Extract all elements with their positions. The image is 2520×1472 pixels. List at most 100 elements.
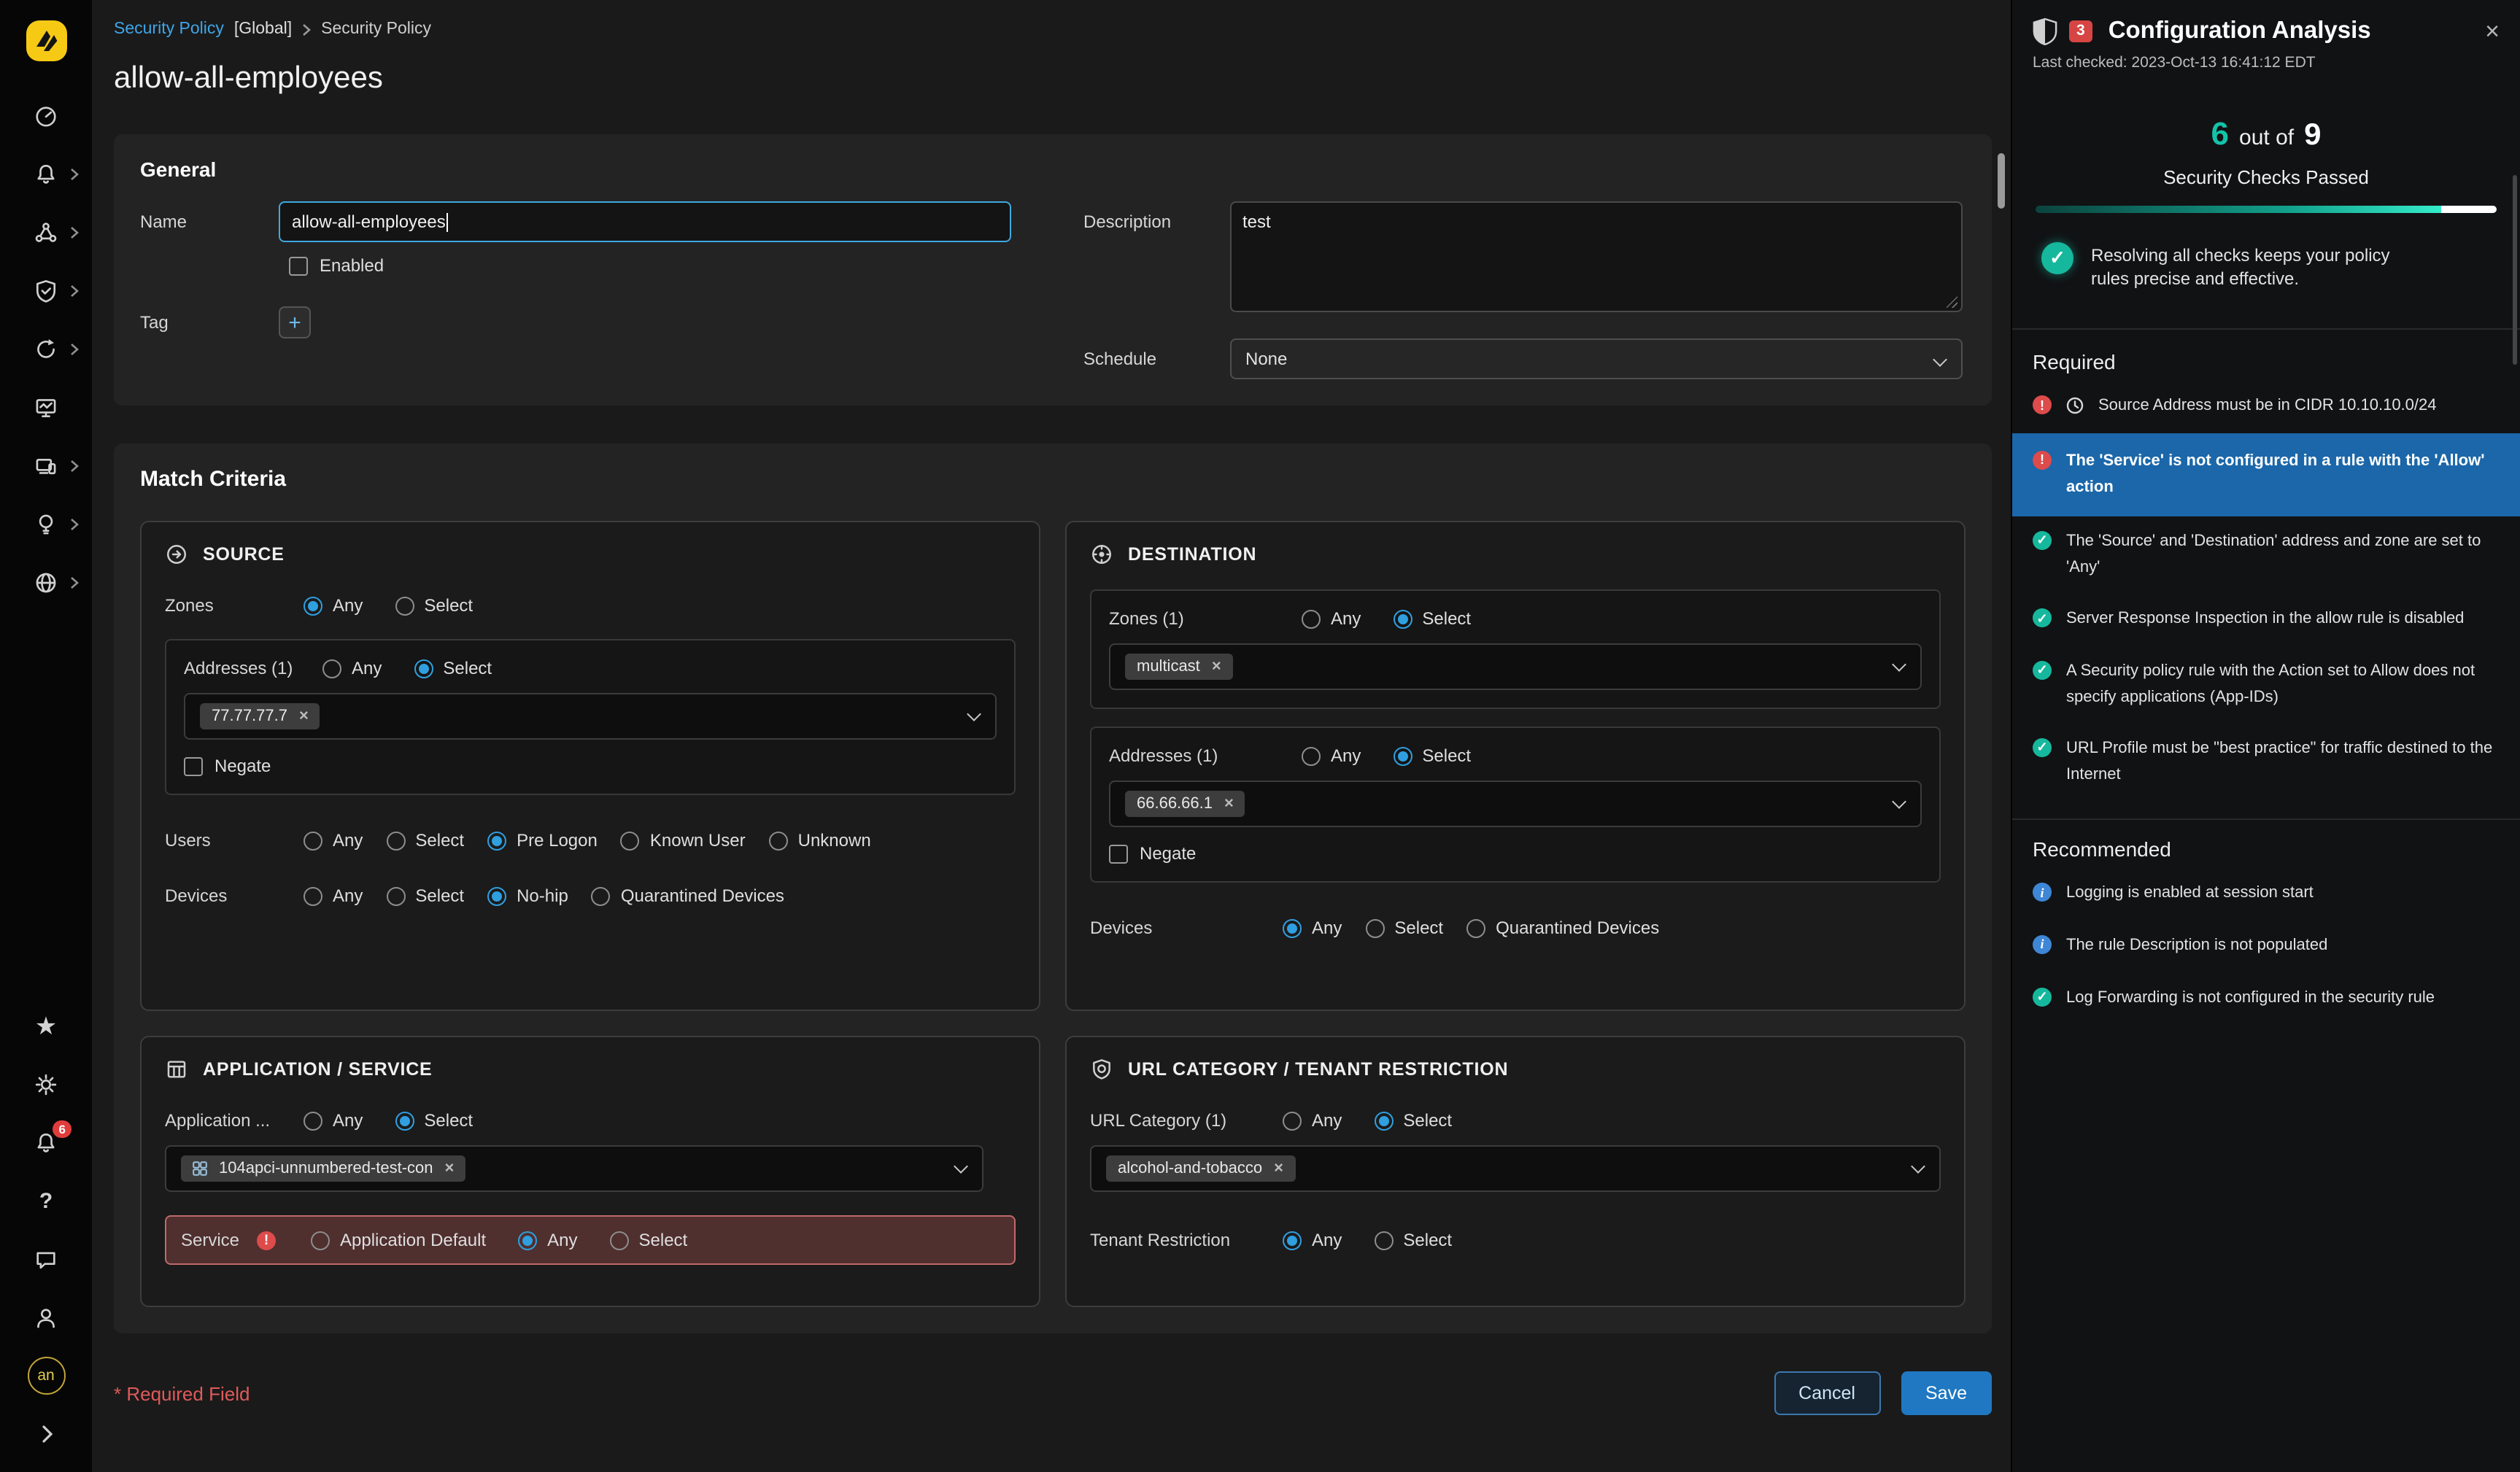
breadcrumb: Security Policy [Global] Security Policy bbox=[114, 20, 1992, 38]
radio-option-label: Select bbox=[1422, 745, 1471, 766]
radio-option[interactable]: Any bbox=[1302, 745, 1361, 766]
settings-button[interactable] bbox=[0, 1055, 92, 1113]
panw-logo[interactable] bbox=[24, 19, 68, 63]
source-negate-toggle[interactable]: Negate bbox=[184, 756, 997, 776]
check-item[interactable]: URL Profile must be "best practice" for … bbox=[2012, 724, 2520, 801]
chip-remove-icon[interactable]: × bbox=[1274, 1160, 1283, 1177]
destination-zones-combobox[interactable]: multicast× bbox=[1109, 643, 1922, 690]
radio-option-label: Select bbox=[1403, 1110, 1452, 1131]
radio-icon bbox=[1302, 609, 1321, 628]
radio-option[interactable]: Select bbox=[395, 595, 473, 616]
radio-option[interactable]: Select bbox=[1393, 608, 1471, 629]
radio-option[interactable]: Any bbox=[1283, 1110, 1342, 1131]
selected-value-chip[interactable]: 104apci-unnumbered-test-con× bbox=[181, 1155, 465, 1182]
chip-remove-icon[interactable]: × bbox=[445, 1160, 455, 1177]
radio-option[interactable]: Unknown bbox=[769, 830, 871, 851]
sidebar-item-insights[interactable] bbox=[0, 495, 92, 553]
url-category-combobox[interactable]: alcohol-and-tobacco× bbox=[1090, 1145, 1941, 1192]
source-addresses-combobox[interactable]: 77.77.77.7 × bbox=[184, 693, 997, 740]
radio-option[interactable]: Any bbox=[304, 830, 363, 851]
application-label: Application ... bbox=[165, 1110, 304, 1131]
help-button[interactable]: ? bbox=[0, 1171, 92, 1230]
check-item[interactable]: A Security policy rule with the Action s… bbox=[2012, 646, 2520, 724]
chevron-down-icon bbox=[1892, 657, 1906, 672]
resize-handle[interactable] bbox=[1946, 296, 1957, 308]
check-item[interactable]: Source Address must be in CIDR 10.10.10.… bbox=[2012, 381, 2520, 433]
radio-option[interactable]: Select bbox=[1393, 745, 1471, 766]
radio-option[interactable]: Any bbox=[304, 1110, 363, 1131]
schedule-select[interactable]: None bbox=[1229, 338, 1962, 379]
radio-option[interactable]: Application Default bbox=[311, 1230, 486, 1250]
radio-option[interactable]: Quarantined Devices bbox=[592, 886, 784, 906]
account-avatar[interactable]: an bbox=[0, 1347, 92, 1405]
application-combobox[interactable]: 104apci-unnumbered-test-con× bbox=[165, 1145, 983, 1192]
sidebar-item-global[interactable] bbox=[0, 553, 92, 611]
radio-option[interactable]: Select bbox=[1374, 1110, 1452, 1131]
radio-option[interactable]: Any bbox=[518, 1230, 577, 1250]
chip-label: 77.77.77.7 bbox=[212, 708, 287, 725]
radio-option[interactable]: No-hip bbox=[487, 886, 568, 906]
radio-option[interactable]: Quarantined Devices bbox=[1466, 918, 1659, 938]
radio-option[interactable]: Any bbox=[1302, 608, 1361, 629]
check-item[interactable]: Server Response Inspection in the allow … bbox=[2012, 594, 2520, 646]
negate-checkbox[interactable] bbox=[1109, 844, 1128, 863]
radio-option[interactable]: Pre Logon bbox=[487, 830, 598, 851]
destination-addresses-combobox[interactable]: 66.66.66.1× bbox=[1109, 780, 1922, 827]
sidebar-item-monitor[interactable] bbox=[0, 378, 92, 436]
close-icon[interactable]: × bbox=[2485, 19, 2500, 44]
user-button[interactable] bbox=[0, 1288, 92, 1347]
score-connector: out of bbox=[2239, 125, 2294, 150]
destination-negate-toggle[interactable]: Negate bbox=[1109, 843, 1922, 864]
chip-remove-icon[interactable]: × bbox=[1212, 658, 1221, 675]
notifications-button[interactable]: 6 bbox=[0, 1113, 92, 1171]
cancel-button[interactable]: Cancel bbox=[1774, 1371, 1880, 1415]
radio-option[interactable]: Any bbox=[1283, 1230, 1342, 1250]
negate-checkbox[interactable] bbox=[184, 756, 203, 775]
feedback-button[interactable] bbox=[0, 1230, 92, 1288]
destination-zones-box: Zones (1) Any Select multicast× bbox=[1090, 589, 1941, 709]
source-addresses-box: Addresses (1) Any Select 77.77.77.7× bbox=[165, 639, 1016, 795]
sidebar-item-security-services[interactable] bbox=[0, 261, 92, 319]
chevron-down-icon bbox=[967, 707, 981, 721]
selected-value-chip[interactable]: 66.66.66.1× bbox=[1125, 791, 1245, 817]
sidebar-item-network[interactable] bbox=[0, 203, 92, 261]
sidebar-item-devices[interactable] bbox=[0, 436, 92, 495]
radio-option[interactable]: Select bbox=[1365, 918, 1443, 938]
radio-option[interactable]: Any bbox=[322, 658, 382, 678]
sidebar-item-dashboard[interactable] bbox=[0, 86, 92, 144]
check-item[interactable]: Logging is enabled at session start bbox=[2012, 869, 2520, 921]
radio-option[interactable]: Known User bbox=[621, 830, 746, 851]
chip-remove-icon[interactable]: × bbox=[1224, 795, 1234, 813]
radio-option[interactable]: Any bbox=[1283, 918, 1342, 938]
chip-remove-icon[interactable]: × bbox=[299, 708, 309, 725]
radio-option[interactable]: Any bbox=[304, 886, 363, 906]
enabled-checkbox[interactable] bbox=[289, 256, 308, 275]
check-item[interactable]: The 'Service' is not configured in a rul… bbox=[2012, 433, 2520, 516]
name-input[interactable]: allow-all-employees bbox=[279, 201, 1011, 242]
main-scrollbar[interactable] bbox=[1998, 153, 2005, 209]
selected-value-chip[interactable]: alcohol-and-tobacco× bbox=[1106, 1155, 1295, 1182]
selected-value-chip[interactable]: multicast× bbox=[1125, 654, 1233, 680]
radio-option[interactable]: Select bbox=[386, 830, 464, 851]
description-textarea[interactable]: test bbox=[1229, 201, 1962, 312]
favorites-button[interactable]: ★ bbox=[0, 996, 92, 1055]
check-item[interactable]: Log Forwarding is not configured in the … bbox=[2012, 972, 2520, 1024]
check-item[interactable]: The rule Description is not populated bbox=[2012, 921, 2520, 972]
sidebar-item-operations[interactable] bbox=[0, 319, 92, 378]
sidebar-item-alarms[interactable] bbox=[0, 144, 92, 203]
selected-value-chip[interactable]: 77.77.77.7 × bbox=[200, 703, 320, 729]
breadcrumb-link-security-policy[interactable]: Security Policy bbox=[114, 20, 224, 38]
radio-option[interactable]: Select bbox=[610, 1230, 688, 1250]
radio-option[interactable]: Select bbox=[386, 886, 464, 906]
save-button[interactable]: Save bbox=[1901, 1371, 1992, 1415]
sidebar-collapse-button[interactable] bbox=[0, 1405, 92, 1463]
radio-option[interactable]: Select bbox=[414, 658, 492, 678]
analysis-scrollbar[interactable] bbox=[2513, 175, 2517, 365]
service-field-error-row: Service Application Default Any Select bbox=[165, 1215, 1016, 1265]
radio-option[interactable]: Any bbox=[304, 595, 363, 616]
radio-option[interactable]: Select bbox=[395, 1110, 473, 1131]
radio-option[interactable]: Select bbox=[1374, 1230, 1452, 1250]
add-tag-button[interactable]: + bbox=[279, 306, 311, 338]
check-item[interactable]: The 'Source' and 'Destination' address a… bbox=[2012, 516, 2520, 594]
name-input-value: allow-all-employees bbox=[292, 212, 446, 232]
